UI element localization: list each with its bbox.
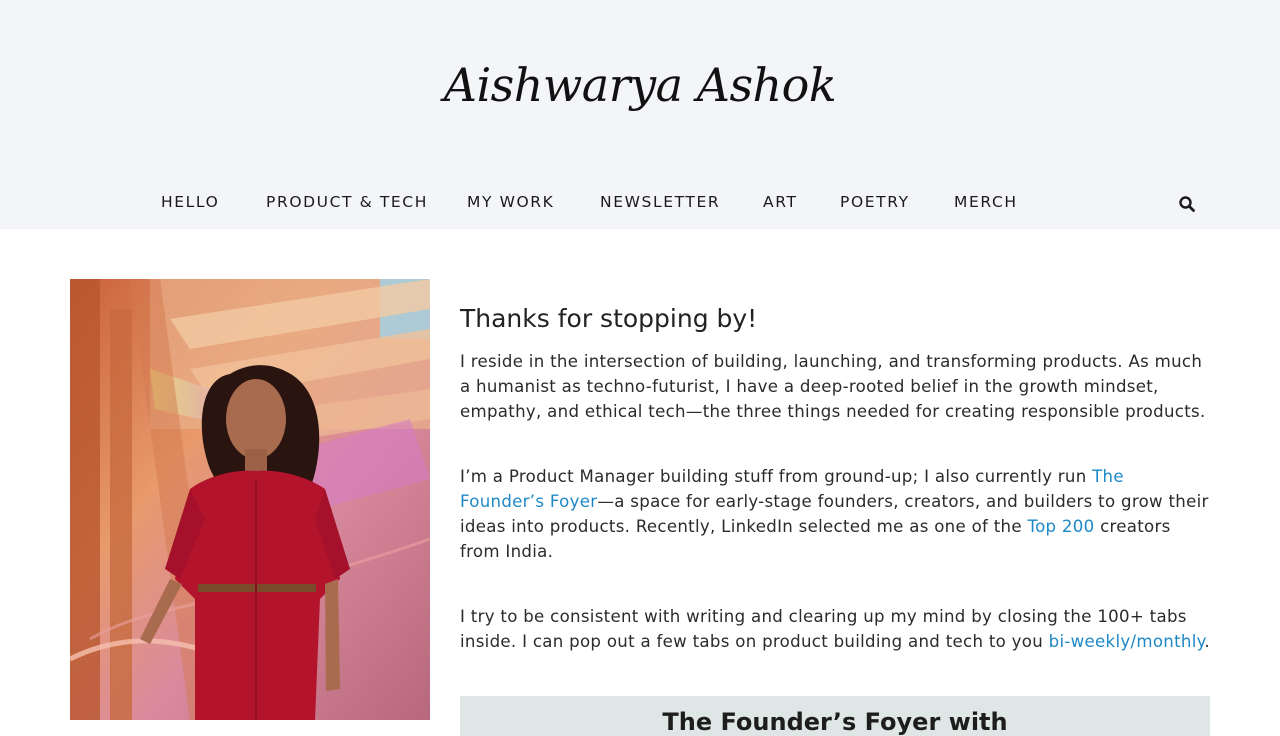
- site-header: Aishwarya Ashok HELLO PRODUCT & TECH MY …: [0, 0, 1280, 229]
- page-heading: Thanks for stopping by!: [460, 304, 758, 333]
- nav-item-newsletter[interactable]: NEWSLETTER: [600, 193, 720, 211]
- newsletter-box-title: The Founder’s Foyer with: [662, 708, 1008, 736]
- intro-paragraph: I reside in the intersection of building…: [460, 352, 1206, 421]
- newsletter-frequency-link[interactable]: bi-weekly/monthly: [1049, 632, 1205, 651]
- about-paragraph: I’m a Product Manager building stuff fro…: [460, 464, 1210, 564]
- nav-item-poetry[interactable]: POETRY: [840, 193, 910, 211]
- search-icon: [1179, 196, 1195, 212]
- nav-item-merch[interactable]: MERCH: [954, 193, 1018, 211]
- newsletter-signup-box: The Founder’s Foyer with: [460, 696, 1210, 736]
- search-button[interactable]: [1178, 195, 1196, 213]
- nav-item-art[interactable]: ART: [763, 193, 798, 211]
- nav-item-hello[interactable]: HELLO: [161, 193, 219, 211]
- about-text-1: I’m a Product Manager building stuff fro…: [460, 467, 1093, 486]
- site-logo[interactable]: Aishwarya Ashok: [0, 58, 1280, 112]
- writing-text-2: .: [1204, 632, 1210, 651]
- nav-item-my-work[interactable]: MY WORK: [467, 193, 554, 211]
- writing-paragraph: I try to be consistent with writing and …: [460, 604, 1210, 654]
- main-nav: HELLO PRODUCT & TECH MY WORK NEWSLETTER …: [0, 193, 1280, 217]
- top-200-link[interactable]: Top 200: [1027, 517, 1094, 536]
- nav-item-product-tech[interactable]: PRODUCT & TECH: [266, 193, 428, 211]
- profile-photo: [70, 279, 430, 720]
